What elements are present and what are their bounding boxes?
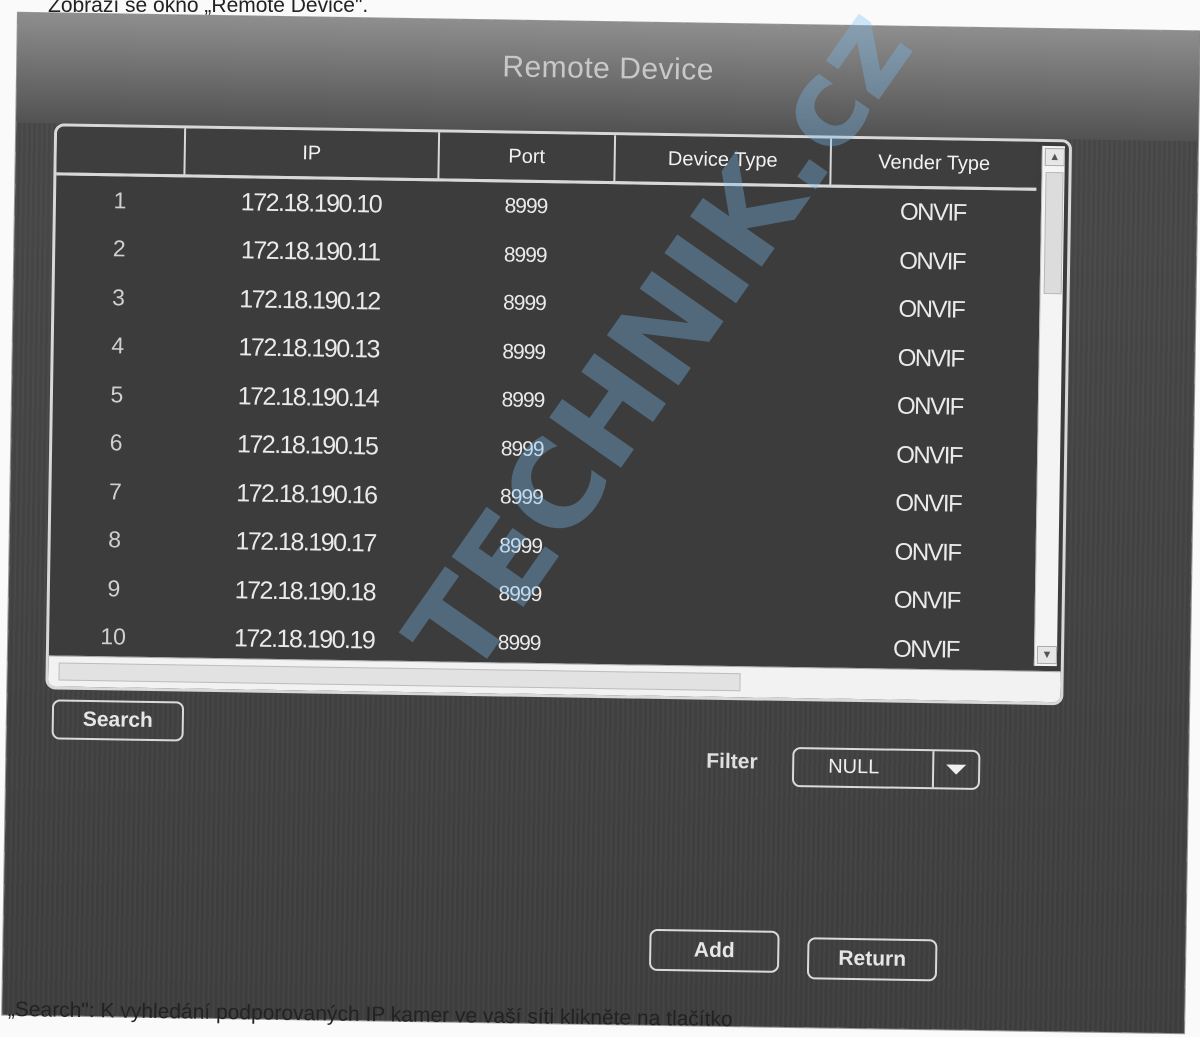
port-cell: 8999 bbox=[499, 534, 543, 558]
device-type-cell bbox=[609, 475, 826, 527]
ip-cell: 172.18.190.11 bbox=[240, 236, 380, 267]
port-cell: 8999 bbox=[503, 243, 547, 267]
row-index: 7 bbox=[108, 478, 123, 505]
column-header-port[interactable]: Port bbox=[438, 132, 616, 183]
scroll-down-icon[interactable]: ▼ bbox=[1036, 645, 1058, 665]
row-index: 8 bbox=[108, 526, 122, 553]
ip-cell: 172.18.190.18 bbox=[234, 576, 376, 607]
port-cell: 8999 bbox=[500, 437, 544, 461]
device-type-cell bbox=[611, 378, 828, 430]
port-cell: 8999 bbox=[502, 291, 546, 316]
filter-label: Filter bbox=[706, 749, 758, 774]
title-bar: Remote Device bbox=[16, 12, 1200, 142]
vender-type-cell: ONVIF bbox=[893, 586, 960, 615]
row-index: 6 bbox=[109, 429, 123, 456]
vender-type-cell: ONVIF bbox=[894, 538, 961, 567]
row-index: 1 bbox=[113, 187, 127, 214]
ip-cell: 172.18.190.17 bbox=[235, 527, 377, 558]
vender-type-cell: ONVIF bbox=[899, 247, 966, 276]
search-button[interactable]: Search bbox=[51, 699, 185, 742]
device-type-cell bbox=[612, 281, 829, 333]
port-cell: 8999 bbox=[498, 582, 542, 607]
ip-cell: 172.18.190.10 bbox=[240, 188, 382, 219]
row-index: 9 bbox=[107, 575, 121, 602]
vertical-scrollbar[interactable]: ▲ ▼ bbox=[1033, 145, 1065, 667]
vertical-scroll-thumb[interactable] bbox=[1043, 171, 1064, 295]
row-index: 5 bbox=[110, 381, 124, 408]
port-cell: 8999 bbox=[504, 194, 548, 219]
row-index: 4 bbox=[111, 332, 125, 359]
device-type-cell bbox=[611, 330, 828, 382]
device-type-cell bbox=[613, 233, 830, 285]
device-table-frame: IP Port Device Type Vender Type 1 172.18.… bbox=[45, 123, 1073, 706]
chevron-down-icon bbox=[946, 764, 967, 775]
vender-type-cell: ONVIF bbox=[895, 441, 963, 470]
vender-type-cell: ONVIF bbox=[899, 198, 967, 227]
device-type-cell bbox=[607, 572, 824, 624]
column-header-ip[interactable]: IP bbox=[184, 128, 440, 180]
vender-type-cell: ONVIF bbox=[895, 489, 962, 518]
device-type-cell bbox=[608, 524, 825, 576]
device-type-cell bbox=[610, 427, 827, 479]
column-header-device-type[interactable]: Device Type bbox=[614, 135, 832, 187]
ip-cell: 172.18.190.15 bbox=[236, 430, 378, 461]
column-header-vender-type[interactable]: Vender Type bbox=[830, 138, 1038, 190]
horizontal-scroll-thumb[interactable] bbox=[58, 662, 741, 692]
port-cell: 8999 bbox=[499, 485, 543, 510]
dropdown-button[interactable] bbox=[931, 751, 979, 788]
scroll-up-icon[interactable]: ▲ bbox=[1044, 147, 1065, 167]
device-table-body: 1 172.18.190.10 8999 ONVIF 2 172.18.190.11 899… bbox=[49, 174, 1037, 676]
vender-type-cell: ONVIF bbox=[896, 392, 963, 421]
filter-value: NULL bbox=[828, 755, 880, 779]
vender-type-cell: ONVIF bbox=[897, 344, 964, 373]
device-table: IP Port Device Type Vender Type 1 172.18.… bbox=[49, 126, 1038, 676]
return-button[interactable]: Return bbox=[806, 937, 938, 982]
ip-cell: 172.18.190.16 bbox=[236, 479, 377, 510]
device-type-cell bbox=[614, 183, 831, 236]
port-cell: 8999 bbox=[502, 340, 546, 364]
column-header-index[interactable] bbox=[56, 126, 186, 176]
add-button[interactable]: Add bbox=[648, 928, 780, 973]
ip-cell: 172.18.190.12 bbox=[239, 285, 380, 316]
remote-device-window: Remote Device IP Port Device Type Vender… bbox=[2, 12, 1200, 1034]
ip-cell: 172.18.190.14 bbox=[237, 382, 379, 413]
ip-cell: 172.18.190.13 bbox=[238, 333, 380, 364]
filter-select[interactable]: NULL bbox=[791, 747, 981, 790]
window-title: Remote Device bbox=[502, 50, 715, 87]
row-index: 3 bbox=[111, 284, 126, 311]
port-cell: 8999 bbox=[501, 388, 545, 413]
row-index: 2 bbox=[112, 235, 126, 262]
vender-type-cell: ONVIF bbox=[898, 295, 965, 324]
